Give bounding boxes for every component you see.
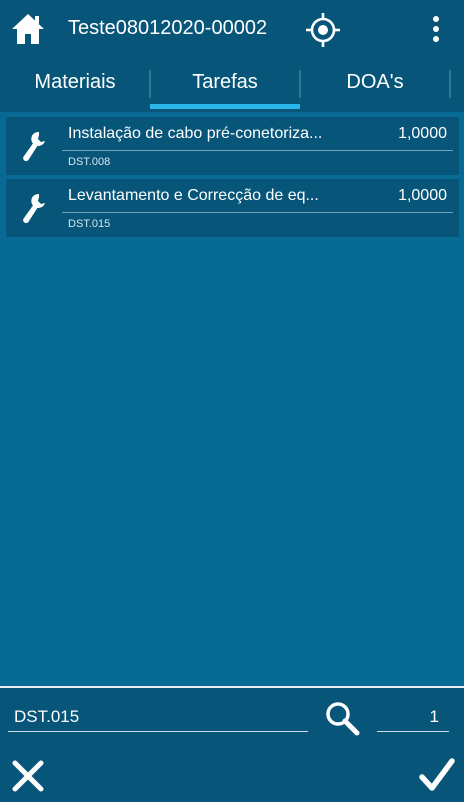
gps-button[interactable] xyxy=(305,12,341,48)
bottom-bar xyxy=(0,686,464,802)
task-name: Instalação de cabo pré-conetoriza... xyxy=(68,125,323,142)
more-options-button[interactable] xyxy=(426,14,446,46)
task-row[interactable]: Instalação de cabo pré-conetoriza... 1,0… xyxy=(6,117,459,175)
task-row[interactable]: Levantamento e Correcção de eq... 1,0000… xyxy=(6,179,459,237)
selected-tab-indicator xyxy=(150,104,300,109)
task-code: DST.008 xyxy=(68,156,111,168)
search-icon xyxy=(326,702,360,736)
home-icon xyxy=(12,14,44,44)
code-input[interactable] xyxy=(8,702,308,732)
task-quantity: 1,0000 xyxy=(398,187,447,204)
row-divider xyxy=(62,212,453,213)
confirm-button[interactable] xyxy=(418,756,456,794)
wrench-icon xyxy=(23,131,45,162)
more-vert-icon xyxy=(433,16,439,42)
wrench-icon xyxy=(23,193,45,224)
quantity-input[interactable] xyxy=(377,702,449,732)
task-code: DST.015 xyxy=(68,218,111,230)
tab-divider xyxy=(449,70,451,98)
gps-target-icon xyxy=(306,13,340,47)
tab-materiais[interactable]: Materiais xyxy=(0,60,150,112)
task-name: Levantamento e Correcção de eq... xyxy=(68,187,319,204)
task-quantity: 1,0000 xyxy=(398,125,447,142)
close-icon xyxy=(12,760,44,792)
page-title: Teste08012020-00002 xyxy=(68,17,268,39)
row-divider xyxy=(62,150,453,151)
cancel-button[interactable] xyxy=(10,758,46,794)
tab-doas[interactable]: DOA's xyxy=(300,60,450,112)
home-button[interactable] xyxy=(10,12,46,46)
search-button[interactable] xyxy=(324,700,360,736)
check-icon xyxy=(419,758,455,791)
top-bar: Teste08012020-00002 xyxy=(0,0,464,60)
